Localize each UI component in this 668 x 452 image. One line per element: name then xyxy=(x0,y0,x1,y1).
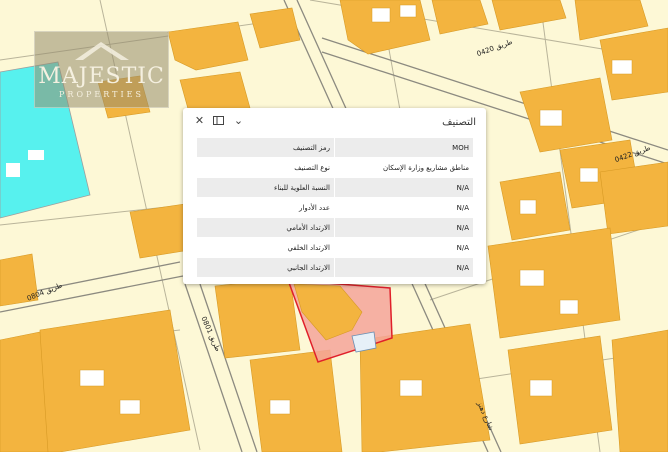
row-label: رمز التصنيف xyxy=(197,138,335,158)
row-label: الارتداد الخلفي xyxy=(197,237,335,258)
row-label: عدد الأدوار xyxy=(197,197,335,218)
table-row: رمز التصنيف MOH xyxy=(197,138,473,158)
close-icon[interactable]: ✕ xyxy=(193,114,206,127)
classification-popup: ✕ ⌄ التصنيف رمز التصنيف MOH نوع التصنيف من… xyxy=(183,108,486,284)
logo-name: MAJESTIC xyxy=(38,64,165,89)
table-row: الارتداد الأمامي N/A xyxy=(197,217,473,238)
row-label: نوع التصنيف xyxy=(197,157,335,178)
table-row: الارتداد الجانبي N/A xyxy=(197,257,473,278)
row-label: الارتداد الجانبي xyxy=(197,257,335,278)
dock-icon[interactable] xyxy=(212,114,225,127)
table-row: الارتداد الخلفي N/A xyxy=(197,237,473,258)
table-row: نوع التصنيف مناطق مشاريع وزارة الإسكان xyxy=(197,157,473,178)
row-label: الارتداد الأمامي xyxy=(197,217,335,238)
row-value: N/A xyxy=(334,217,473,238)
row-value: N/A xyxy=(334,197,473,218)
row-value: MOH xyxy=(334,138,473,158)
roof-icon xyxy=(75,42,129,60)
row-value: N/A xyxy=(334,257,473,278)
table-row: عدد الأدوار N/A xyxy=(197,197,473,218)
popup-title: التصنيف xyxy=(442,117,476,128)
chevron-down-icon[interactable]: ⌄ xyxy=(232,114,245,127)
row-value: مناطق مشاريع وزارة الإسكان xyxy=(334,157,473,178)
parcel-marker-icon xyxy=(351,331,377,353)
row-value: N/A xyxy=(334,237,473,258)
row-label: النسبة العلوية للبناء xyxy=(197,177,335,198)
row-value: N/A xyxy=(334,177,473,198)
logo-subtitle: PROPERTIES xyxy=(59,90,144,99)
table-row: النسبة العلوية للبناء N/A xyxy=(197,177,473,198)
attribute-table: رمز التصنيف MOH نوع التصنيف مناطق مشاريع و… xyxy=(197,138,473,278)
brand-logo: MAJESTIC PROPERTIES xyxy=(34,31,169,108)
